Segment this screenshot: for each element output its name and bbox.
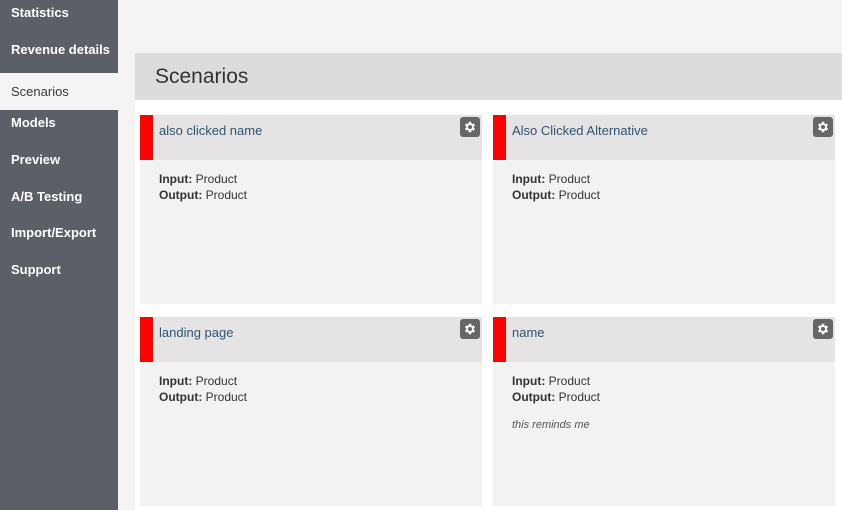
input-line: Input: Product — [159, 373, 482, 389]
gear-icon — [464, 121, 476, 133]
input-value: Product — [195, 374, 238, 388]
output-value: Product — [558, 390, 601, 404]
settings-button[interactable] — [460, 319, 480, 339]
sidebar-item-statistics[interactable]: Statistics — [0, 0, 118, 37]
settings-button[interactable] — [460, 117, 480, 137]
settings-button[interactable] — [813, 117, 833, 137]
output-value: Product — [205, 390, 248, 404]
settings-button[interactable] — [813, 319, 833, 339]
sidebar-item-revenue-details[interactable]: Revenue details — [0, 37, 118, 74]
output-value: Product — [205, 188, 248, 202]
scenario-card-body: Input: Product Output: Product — [493, 160, 835, 203]
sidebar-item-ab-testing[interactable]: A/B Testing — [0, 184, 118, 221]
input-label: Input: — [159, 374, 193, 388]
scenario-card: landing page Input: Product Output: Prod… — [140, 317, 482, 506]
sidebar: Statistics Revenue details Scenarios Mod… — [0, 0, 118, 510]
input-label: Input: — [159, 172, 193, 186]
input-value: Product — [548, 172, 591, 186]
gear-icon — [464, 323, 476, 335]
status-stripe — [493, 317, 506, 362]
output-label: Output: — [159, 390, 203, 404]
scenario-card-body: Input: Product Output: Product — [140, 160, 482, 203]
input-value: Product — [195, 172, 238, 186]
status-stripe — [493, 115, 506, 160]
scenario-card-header: also clicked name — [140, 115, 482, 160]
scenario-card-header: name — [493, 317, 835, 362]
scenario-note: this reminds me — [512, 419, 590, 431]
output-label: Output: — [512, 188, 556, 202]
output-label: Output: — [159, 188, 203, 202]
input-line: Input: Product — [159, 171, 482, 187]
output-label: Output: — [512, 390, 556, 404]
page-title: Scenarios — [155, 65, 249, 88]
main-content: Scenarios also clicked name Input: Produ… — [135, 53, 842, 510]
output-line: Output: Product — [512, 187, 835, 203]
input-label: Input: — [512, 374, 546, 388]
status-stripe — [140, 115, 153, 160]
sidebar-item-import-export[interactable]: Import/Export — [0, 220, 118, 257]
sidebar-item-support[interactable]: Support — [0, 257, 118, 294]
input-line: Input: Product — [512, 171, 835, 187]
sidebar-item-scenarios[interactable]: Scenarios — [0, 73, 118, 111]
gear-icon — [817, 121, 829, 133]
scenario-card-body: Input: Product Output: Product this remi… — [493, 362, 835, 433]
scenario-card: name Input: Product Output: Product this… — [493, 317, 835, 506]
scenario-card-body: Input: Product Output: Product — [140, 362, 482, 405]
scenario-title-link[interactable]: name — [512, 325, 545, 340]
gear-icon — [817, 323, 829, 335]
page-header: Scenarios — [135, 53, 842, 100]
scenario-card-header: Also Clicked Alternative — [493, 115, 835, 160]
sidebar-item-models[interactable]: Models — [0, 110, 118, 147]
scenario-card-header: landing page — [140, 317, 482, 362]
input-value: Product — [548, 374, 591, 388]
scenario-title-link[interactable]: Also Clicked Alternative — [512, 123, 648, 138]
scenario-title-link[interactable]: also clicked name — [159, 123, 262, 138]
scenario-title-link[interactable]: landing page — [159, 325, 233, 340]
output-line: Output: Product — [159, 389, 482, 405]
scenario-card: also clicked name Input: Product Output:… — [140, 115, 482, 304]
input-label: Input: — [512, 172, 546, 186]
status-stripe — [140, 317, 153, 362]
output-value: Product — [558, 188, 601, 202]
input-line: Input: Product — [512, 373, 835, 389]
sidebar-item-preview[interactable]: Preview — [0, 147, 118, 184]
scenario-card: Also Clicked Alternative Input: Product … — [493, 115, 835, 304]
output-line: Output: Product — [159, 187, 482, 203]
output-line: Output: Product — [512, 389, 835, 405]
